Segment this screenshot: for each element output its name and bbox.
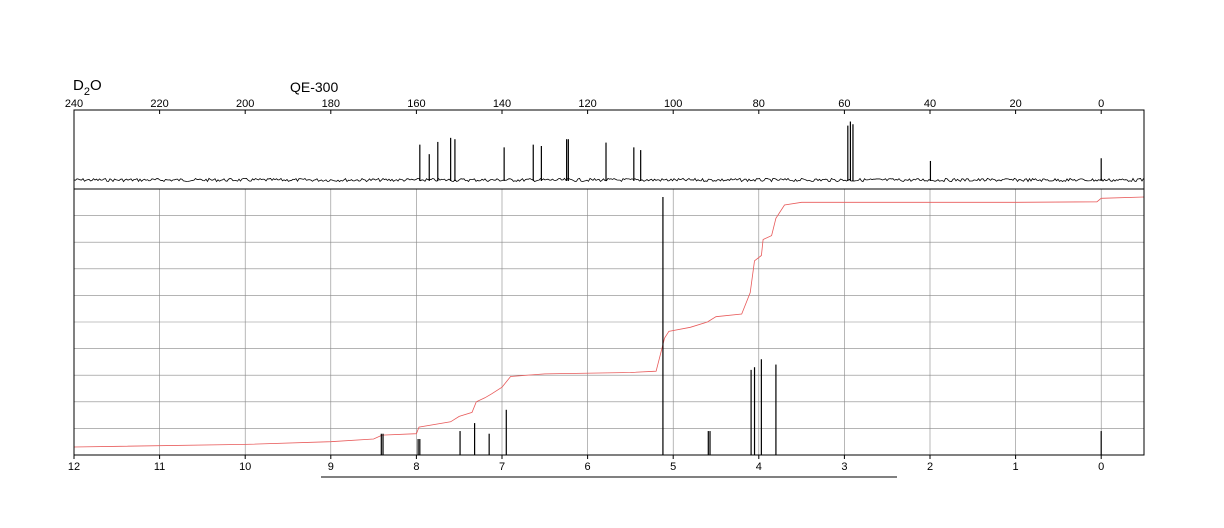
proton-tick-label: 5 (670, 461, 676, 473)
proton-tick-label: 0 (1098, 461, 1104, 473)
proton-spectrum-panel: 12 11 10 9 8 7 6 5 4 3 2 1 0 (68, 188, 1145, 473)
proton-tick-label: 9 (328, 461, 334, 473)
proton-tick-label: 8 (413, 461, 419, 473)
carbon-tick-label: 100 (664, 98, 682, 110)
carbon-tick-label: 240 (65, 98, 83, 110)
proton-tick-label: 1 (1013, 461, 1019, 473)
carbon-tick-label: 140 (493, 98, 511, 110)
proton-tick-label: 3 (841, 461, 847, 473)
carbon-tick-label: 60 (838, 98, 850, 110)
carbon-tick-label: 120 (578, 98, 596, 110)
proton-tick-label: 12 (68, 461, 80, 473)
carbon-tick-label: 200 (236, 98, 254, 110)
carbon-peaks (419, 121, 1102, 181)
carbon-tick-label: 40 (924, 98, 936, 110)
proton-tick-label: 10 (239, 461, 251, 473)
carbon-axis-ticks (73, 110, 1102, 114)
proton-tick-label: 11 (154, 461, 165, 473)
nmr-figure: D2O QE-300 240 220 200 180 160 140 120 100 80 60 4… (65, 77, 1145, 478)
carbon-tick-label: 180 (322, 98, 340, 110)
carbon-tick-label: 160 (407, 98, 425, 110)
carbon-panel-frame (73, 109, 1145, 190)
proton-tick-label: 6 (585, 461, 591, 473)
proton-axis-ticks (73, 455, 1102, 459)
proton-axis-labels: 12 11 10 9 8 7 6 5 4 3 2 1 0 (68, 461, 1104, 473)
proton-peaks (380, 196, 1102, 455)
carbon-tick-label: 0 (1098, 98, 1104, 110)
carbon-tick-label: 20 (1009, 98, 1021, 110)
carbon-spectrum-panel: 240 220 200 180 160 140 120 100 80 60 40 20 0 (65, 98, 1145, 190)
proton-grid (73, 189, 1144, 455)
carbon-tick-label: 80 (753, 98, 765, 110)
solvent-label: D2O (73, 77, 102, 98)
proton-tick-label: 2 (927, 461, 933, 473)
carbon-axis-labels: 240 220 200 180 160 140 120 100 80 60 40 20 0 (65, 98, 1104, 110)
carbon-tick-label: 220 (150, 98, 168, 110)
proton-tick-label: 4 (756, 461, 762, 473)
proton-tick-label: 7 (499, 461, 505, 473)
instrument-label: QE-300 (290, 79, 338, 95)
carbon-baseline-noise (73, 177, 1144, 183)
